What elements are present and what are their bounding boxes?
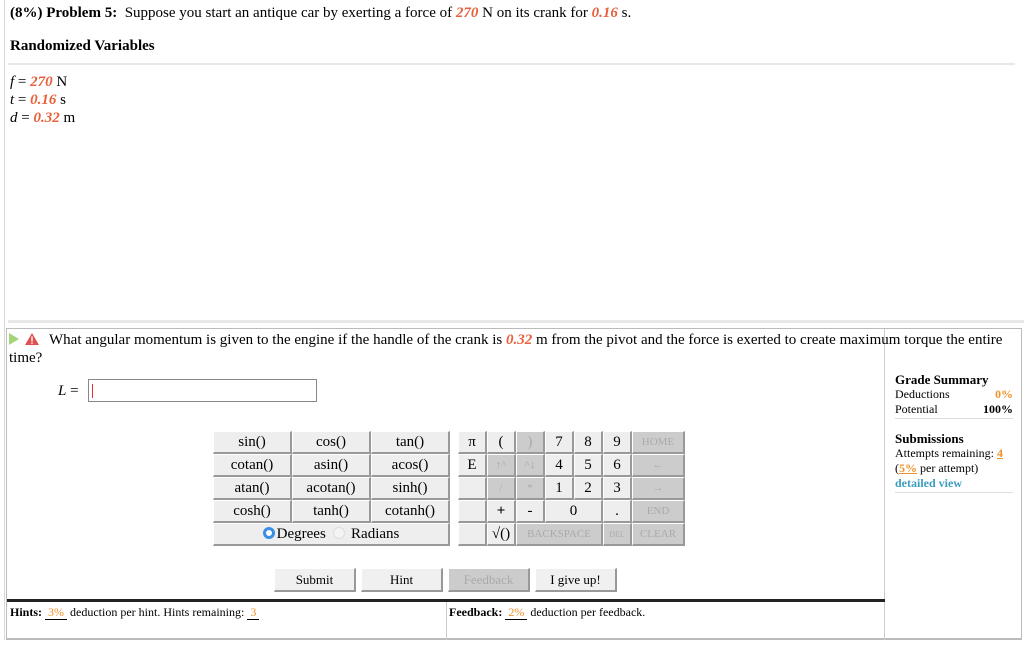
hint-button[interactable]: Hint (361, 568, 443, 592)
potential-value: 100% (983, 402, 1013, 416)
key-5[interactable]: 5 (574, 454, 603, 477)
key-close-paren[interactable]: ) (516, 431, 545, 454)
question-text-before: What angular momentum is given to the en… (49, 332, 503, 348)
problem-text-after: s. (621, 5, 632, 21)
key-cos[interactable]: cos() (292, 431, 371, 454)
key-pi[interactable]: π (458, 431, 487, 454)
question-text: What angular momentum is given to the en… (9, 331, 1021, 367)
key-plus[interactable]: + (487, 500, 516, 523)
key-clear[interactable]: CLEAR (632, 523, 685, 546)
hints-info: Hints: 3% deduction per hint. Hints rema… (10, 605, 260, 620)
angle-mode: Degrees Radians (213, 523, 450, 546)
divider (8, 320, 1024, 323)
key-open-paren[interactable]: ( (487, 431, 516, 454)
key-asin[interactable]: asin() (292, 454, 371, 477)
problem-weight: (8%) (10, 5, 43, 21)
deductions-label: Deductions (895, 387, 950, 401)
key-2[interactable]: 2 (574, 477, 603, 500)
hints-feedback-divider (446, 602, 447, 640)
detailed-view-link[interactable]: detailed view (895, 476, 1013, 491)
key-del[interactable]: DEL (603, 523, 632, 546)
key-8[interactable]: 8 (574, 431, 603, 454)
time-value: 0.16 (591, 5, 618, 21)
randomized-variables-title: Randomized Variables (10, 38, 155, 54)
variable-t: t = 0.16 s (10, 92, 66, 108)
key-1[interactable]: 1 (545, 477, 574, 500)
per-attempt-value: 5% (899, 461, 917, 475)
key-up-caret[interactable]: ↑^ (487, 454, 516, 477)
key-end[interactable]: END (632, 500, 685, 523)
key-divide[interactable]: / (487, 477, 516, 500)
key-atan[interactable]: atan() (213, 477, 292, 500)
distance-value: 0.32 (505, 332, 533, 348)
key-6[interactable]: 6 (603, 454, 632, 477)
answer-label: L = (58, 383, 79, 399)
key-decimal[interactable]: . (603, 500, 632, 523)
key-cosh[interactable]: cosh() (213, 500, 292, 523)
attempts-label: Attempts remaining: (895, 446, 994, 460)
radians-label[interactable]: Radians (351, 526, 399, 542)
key-right-arrow[interactable]: → (632, 477, 685, 500)
key-multiply[interactable]: * (516, 477, 545, 500)
key-9[interactable]: 9 (603, 431, 632, 454)
left-border (4, 0, 5, 640)
grade-summary-title: Grade Summary (895, 372, 989, 387)
key-minus[interactable]: - (516, 500, 545, 523)
key-caret-down[interactable]: ^↓ (516, 454, 545, 477)
variable-d: d = 0.32 m (10, 110, 76, 126)
key-cotan[interactable]: cotan() (213, 454, 292, 477)
key-e[interactable]: E (458, 454, 487, 477)
feedback-info: Feedback: 2% deduction per feedback. (449, 605, 646, 620)
submit-button[interactable]: Submit (274, 568, 356, 592)
key-sqrt[interactable]: √() (487, 523, 516, 546)
key-tan[interactable]: tan() (371, 431, 450, 454)
warning-icon (25, 332, 39, 345)
hint-deduction: 3% (45, 605, 68, 620)
variables-list: f = 270 N t = 0.16 s d = 0.32 m (10, 73, 75, 127)
key-0[interactable]: 0 (545, 500, 603, 523)
feedback-deduction: 2% (505, 605, 528, 620)
grade-summary: Grade Summary Deductions 0% Potential 100%… (895, 372, 1013, 493)
key-acos[interactable]: acos() (371, 454, 450, 477)
potential-label: Potential (895, 402, 938, 416)
key-acotan[interactable]: acotan() (292, 477, 371, 500)
deductions-value: 0% (995, 387, 1013, 401)
degrees-label[interactable]: Degrees (277, 526, 326, 542)
calculator-keypad: sin() cos() tan() π ( ) 7 8 9 HOME cotan… (213, 431, 685, 546)
divider (8, 63, 1015, 65)
key-cotanh[interactable]: cotanh() (371, 500, 450, 523)
key-tanh[interactable]: tanh() (292, 500, 371, 523)
radians-radio[interactable] (333, 526, 346, 539)
submissions-title: Submissions (895, 431, 964, 446)
key-sinh[interactable]: sinh() (371, 477, 450, 500)
hints-remaining: 3 (247, 605, 260, 620)
problem-text-mid: N on its crank for (482, 5, 588, 21)
problem-statement: (8%) Problem 5: Suppose you start an ant… (10, 5, 631, 22)
key-4[interactable]: 4 (545, 454, 574, 477)
key-backspace[interactable]: BACKSPACE (516, 523, 603, 546)
key-blank (458, 500, 487, 523)
spacer (450, 431, 458, 454)
text-cursor (92, 384, 93, 398)
give-up-button[interactable]: I give up! (535, 568, 617, 592)
problem-text-before: Suppose you start an antique car by exer… (124, 5, 453, 21)
key-7[interactable]: 7 (545, 431, 574, 454)
grade-panel-divider (884, 329, 885, 640)
attempts-value: 4 (996, 446, 1003, 460)
key-blank (458, 477, 487, 500)
key-sin[interactable]: sin() (213, 431, 292, 454)
key-3[interactable]: 3 (603, 477, 632, 500)
key-blank (458, 523, 487, 546)
key-left-arrow[interactable]: ← (632, 454, 685, 477)
variable-f: f = 270 N (10, 74, 68, 90)
key-home[interactable]: HOME (632, 431, 685, 454)
problem-label: Problem 5: (46, 5, 118, 21)
answer-input[interactable] (88, 379, 317, 402)
feedback-button[interactable]: Feedback (448, 568, 530, 592)
degrees-radio[interactable] (262, 526, 275, 539)
play-icon[interactable] (9, 333, 19, 345)
force-value: 270 (455, 5, 479, 21)
